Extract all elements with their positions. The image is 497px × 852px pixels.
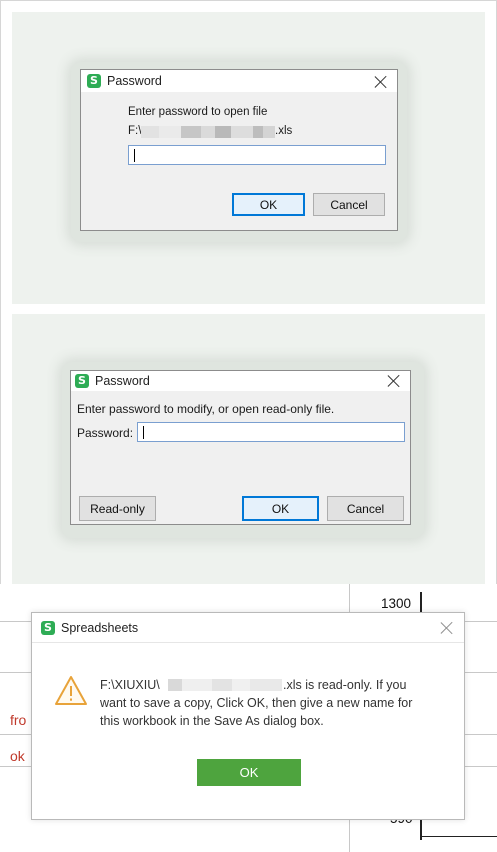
modify-password-dialog: S Password Enter password to modify, or …: [70, 370, 411, 525]
redacted-block: [159, 126, 181, 138]
cell-text[interactable]: fro: [10, 712, 26, 728]
redacted-block: [182, 679, 212, 691]
warning-triangle-icon: [55, 676, 87, 705]
cell-value[interactable]: 1300: [381, 596, 411, 611]
ok-button[interactable]: OK: [232, 193, 305, 216]
ok-button[interactable]: OK: [242, 496, 319, 521]
message-line: want to save a copy, Click OK, then give…: [100, 696, 413, 710]
message-line1-rest: .xls is read-only. If you: [283, 678, 407, 692]
dialog-title: Password: [95, 374, 150, 388]
read-only-button[interactable]: Read-only: [79, 496, 156, 521]
close-icon[interactable]: [387, 374, 401, 388]
open-prompt: Enter password to open file: [128, 106, 268, 118]
file-path-suffix: .xls: [275, 125, 293, 137]
cancel-button[interactable]: Cancel: [313, 193, 385, 216]
app-logo-icon: S: [75, 374, 89, 388]
open-password-input[interactable]: [128, 145, 386, 165]
open-password-dialog: S Password Enter password to open file F…: [80, 69, 398, 231]
modify-prompt: Enter password to modify, or open read-o…: [77, 402, 335, 416]
app-logo-icon: S: [87, 74, 101, 88]
message-line: F:\XIUXIU\ .xls is read-only. If you: [100, 676, 450, 694]
redacted-block: [201, 126, 215, 138]
close-icon[interactable]: [440, 621, 454, 635]
redacted-block: [263, 126, 275, 138]
app-logo-icon: S: [41, 620, 55, 635]
redacted-block: [250, 679, 282, 691]
ok-button[interactable]: OK: [197, 759, 301, 786]
redacted-block: [215, 126, 231, 138]
redacted-block: [181, 126, 201, 138]
cancel-button[interactable]: Cancel: [327, 496, 404, 521]
dialog-title: Spreadsheets: [61, 620, 139, 635]
file-path: F:\ .xls: [128, 125, 328, 139]
cell-border: [420, 836, 497, 837]
alert-message: F:\XIUXIU\ .xls is read-only. If you wan…: [100, 676, 450, 730]
redacted-block: [232, 679, 250, 691]
redacted-block: [141, 126, 159, 138]
read-only-alert-dialog: S Spreadsheets F:\XIUXIU\ .xls is read-o…: [31, 612, 465, 820]
redacted-block: [212, 679, 232, 691]
text-caret: [143, 426, 144, 439]
close-icon[interactable]: [374, 75, 388, 89]
dialog-titlebar: S Password: [71, 371, 410, 391]
modify-password-input[interactable]: [137, 422, 405, 442]
file-path-prefix: F:\: [128, 125, 142, 137]
message-path-prefix: F:\XIUXIU\: [100, 678, 160, 692]
password-label: Password:: [77, 426, 134, 440]
dialog-title: Password: [107, 74, 162, 88]
message-line: this workbook in the Save As dialog box.: [100, 714, 324, 728]
redacted-block: [231, 126, 253, 138]
cell-text[interactable]: ok: [10, 748, 25, 764]
redacted-block: [168, 679, 182, 691]
dialog-titlebar: S Password: [81, 70, 397, 92]
text-caret: [134, 149, 135, 162]
redacted-block: [253, 126, 263, 138]
dialog-titlebar: S Spreadsheets: [32, 613, 464, 643]
